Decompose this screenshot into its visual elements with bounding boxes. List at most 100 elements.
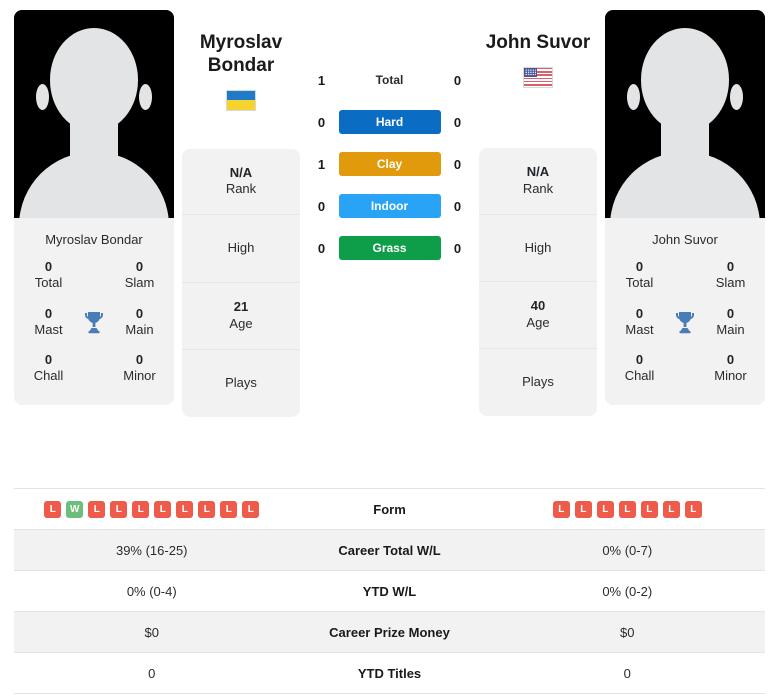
player-title-right: John Suvor [485, 32, 591, 53]
rank-label: Rank [522, 180, 554, 196]
value-right: 0 [623, 665, 631, 681]
age-value: 40 [530, 298, 546, 314]
comparison-header: Myroslav Bondar 0 Total 0 Slam 0 Mast 0 … [0, 0, 779, 478]
stat-value: 0 [635, 259, 644, 274]
avatar-ear-left [627, 84, 640, 110]
surface-badge-indoor[interactable]: Indoor [338, 194, 441, 218]
row-label: Career Prize Money [329, 624, 450, 640]
row-label: YTD W/L [362, 583, 417, 599]
flag-canton [524, 67, 537, 78]
form-badge-l: L [220, 500, 238, 518]
h2h-row-total: 1 Total 0 [300, 68, 479, 92]
avatar-ear-left [36, 84, 49, 110]
stat-value: 0 [635, 352, 644, 367]
head-to-head-column: 1 Total 0 0 Hard 0 1 Clay 0 0 Indoor 0 0 [300, 10, 479, 260]
form-badge-l: L [618, 500, 636, 518]
h2h-right-value: 0 [453, 156, 462, 172]
form-badge-l: L [198, 500, 216, 518]
player-info-column-left: Myroslav Bondar N/A Rank High 21 Age Pla… [182, 10, 300, 417]
plays-row-right: Plays [479, 349, 597, 416]
form-badge-l: L [154, 500, 172, 518]
surface-badge-hard[interactable]: Hard [338, 110, 441, 134]
stat-label: Slam [124, 275, 155, 291]
stat-label: Total [625, 275, 654, 291]
stat-value: 0 [44, 259, 53, 274]
trophy-icon [77, 310, 111, 334]
plays-label: Plays [225, 375, 257, 391]
table-row-career-total-wl: 39% (16-25) Career Total W/L 0% (0-7) [14, 530, 765, 571]
player-info-card-right: N/A Rank High 40 Age Plays [479, 147, 597, 417]
avatar-ear-right [730, 84, 743, 110]
stat-slam-right: 0 Slam [702, 259, 759, 292]
h2h-left-value: 0 [317, 240, 326, 256]
stat-total-right: 0 Total [611, 259, 668, 292]
form-left: LWLLLLLLLL [14, 491, 290, 528]
form-badge-l: L [44, 500, 62, 518]
stat-value: 0 [135, 352, 144, 367]
stat-chall-right: 0 Chall [611, 352, 668, 385]
row-label: YTD Titles [357, 665, 422, 681]
stat-mast-left: 0 Mast [20, 306, 77, 339]
flag-band-blue [227, 90, 255, 101]
value-left: 0% (0-4) [126, 583, 177, 599]
rank-value: N/A [229, 164, 253, 180]
player-photo-right [605, 10, 765, 218]
form-badge-l: L [552, 500, 570, 518]
h2h-right-value: 0 [453, 240, 462, 256]
form-badge-l: L [132, 500, 150, 518]
stat-label: Minor [123, 368, 156, 384]
player-name-left: Myroslav Bondar [45, 232, 143, 247]
h2h-right-value: 0 [453, 114, 462, 130]
stat-total-left: 0 Total [20, 259, 77, 292]
avatar-body [19, 152, 169, 218]
player-name-right: John Suvor [652, 232, 718, 247]
stat-minor-left: 0 Minor [111, 352, 168, 385]
surface-badge-clay[interactable]: Clay [338, 152, 441, 176]
player-info-card-left: N/A Rank High 21 Age Plays [182, 148, 300, 417]
avatar-body [610, 152, 760, 218]
stat-value: 0 [726, 352, 735, 367]
titles-grid-left: 0 Total 0 Slam 0 Mast 0 Main 0 Chall 0 M… [14, 259, 174, 405]
stat-label: Total [34, 275, 63, 291]
ukraine-flag [226, 89, 256, 111]
stat-label: Mast [625, 321, 654, 337]
h2h-row-indoor: 0 Indoor 0 [300, 194, 479, 218]
table-row-ytd-titles: 0 YTD Titles 0 [14, 653, 765, 694]
h2h-right-value: 0 [453, 72, 462, 88]
plays-label: Plays [522, 374, 554, 390]
form-badge-w: W [66, 500, 84, 518]
player-comparison-page: Myroslav Bondar 0 Total 0 Slam 0 Mast 0 … [0, 0, 779, 699]
surface-badge-grass[interactable]: Grass [338, 236, 441, 260]
value-left: 0 [148, 665, 156, 681]
player-first-name-left: Myroslav [199, 32, 283, 53]
form-badge-l: L [242, 500, 260, 518]
player-card-right[interactable]: John Suvor 0 Total 0 Slam 0 Mast 0 Main … [605, 10, 765, 405]
h2h-left-value: 1 [317, 72, 326, 88]
stat-mast-right: 0 Mast [611, 306, 668, 339]
h2h-left-value: 0 [317, 198, 326, 214]
stat-label: Chall [33, 368, 64, 384]
h2h-row-clay: 1 Clay 0 [300, 152, 479, 176]
player-info-column-right: John Suvor N/A Rank High 40 Age Plays [479, 10, 597, 417]
rank-row-right: N/A Rank [479, 148, 597, 215]
form-badges-right: LLLLLLL [496, 500, 760, 518]
form-right: LLLLLLL [490, 491, 766, 528]
stat-main-left: 0 Main [111, 306, 168, 339]
high-label: High [227, 240, 255, 256]
stat-slam-left: 0 Slam [111, 259, 168, 292]
value-left: 39% (16-25) [115, 542, 188, 558]
avatar-head [50, 28, 138, 132]
player-card-left[interactable]: Myroslav Bondar 0 Total 0 Slam 0 Mast 0 … [14, 10, 174, 405]
h2h-right-value: 0 [453, 198, 462, 214]
player-photo-left [14, 10, 174, 218]
stat-label: Mast [34, 321, 63, 337]
form-badge-l: L [574, 500, 592, 518]
value-right: 0% (0-2) [602, 583, 653, 599]
value-right: 0% (0-7) [602, 542, 653, 558]
stat-value: 0 [726, 259, 735, 274]
age-label: Age [526, 315, 550, 331]
plays-row-left: Plays [182, 350, 300, 417]
avatar-head [641, 28, 729, 132]
stat-value: 0 [726, 305, 735, 321]
row-label: Career Total W/L [338, 542, 441, 558]
